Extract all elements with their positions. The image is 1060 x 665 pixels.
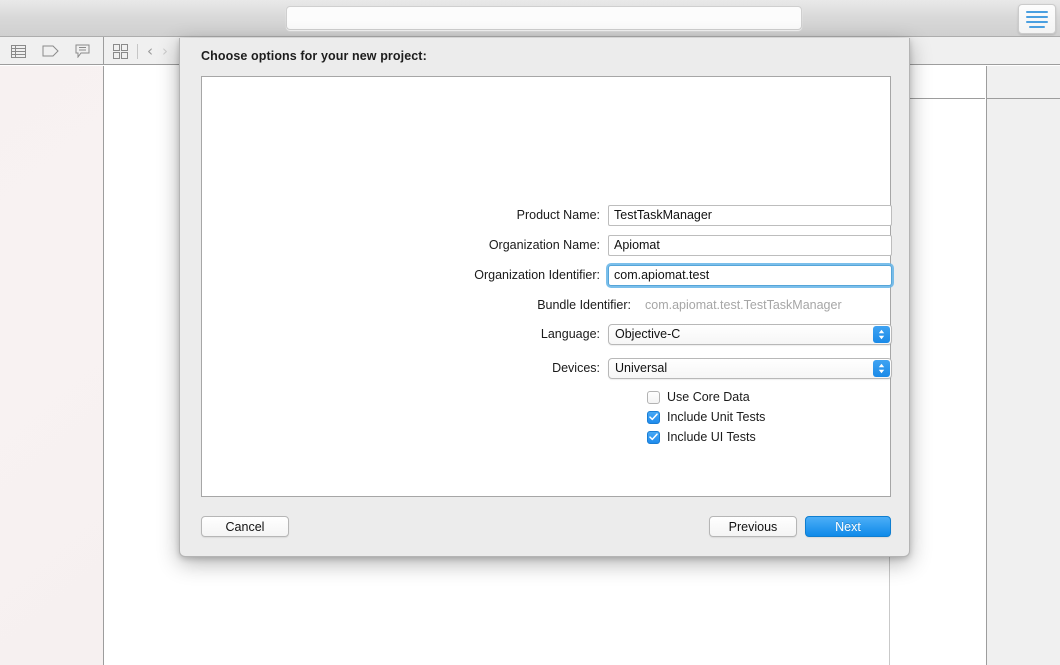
bundle-identifier-label: Bundle Identifier: (537, 298, 631, 312)
field-row-devices: Devices: Universal (202, 357, 892, 379)
product-name-label: Product Name: (516, 208, 600, 222)
bundle-identifier-control: com.apiomat.test.TestTaskManager (639, 296, 892, 314)
check-icon (649, 413, 658, 421)
product-name-control (608, 204, 892, 226)
checkbox-row-include-ui-tests[interactable]: Include UI Tests (202, 427, 892, 447)
product-name-input[interactable] (608, 204, 892, 226)
include-ui-tests-label: Include UI Tests (667, 430, 756, 444)
previous-button[interactable]: Previous (709, 516, 797, 537)
field-row-organization-name: Organization Name: (202, 234, 892, 256)
check-icon (649, 433, 658, 441)
window-toolbar (0, 0, 1060, 37)
organization-name-label: Organization Name: (488, 238, 600, 252)
next-button[interactable]: Next (805, 516, 891, 537)
devices-control: Universal (608, 357, 892, 379)
devices-selected-value: Universal (615, 361, 668, 375)
editor-options-button[interactable] (1018, 4, 1056, 34)
checkbox-row-include-unit-tests[interactable]: Include Unit Tests (202, 407, 892, 427)
language-label: Language: (540, 327, 600, 341)
field-row-organization-identifier: Organization Identifier: (202, 264, 892, 286)
chevron-updown-icon[interactable] (873, 359, 890, 377)
cancel-button[interactable]: Cancel (201, 516, 289, 537)
line-4 (1029, 25, 1045, 28)
devices-label: Devices: (552, 361, 600, 375)
organization-name-input[interactable] (608, 234, 892, 256)
comment-icon[interactable] (75, 44, 90, 59)
language-control: Objective-C (608, 323, 892, 345)
navigator-icon-group (0, 37, 104, 65)
sheet-content-area: Product Name: Organization Name: Organiz… (201, 76, 892, 497)
field-row-language: Language: Objective-C (202, 323, 892, 345)
language-popup-button[interactable]: Objective-C (608, 323, 892, 345)
forward-chevron-icon[interactable]: › (162, 43, 168, 59)
organization-identifier-control (608, 264, 892, 286)
bundle-identifier-value: com.apiomat.test.TestTaskManager (645, 298, 842, 312)
back-chevron-icon[interactable]: ‹ (147, 43, 153, 59)
tag-icon[interactable] (42, 45, 59, 57)
organization-identifier-label: Organization Identifier: (474, 268, 600, 282)
toolbar-divider (137, 43, 138, 59)
include-unit-tests-label: Include Unit Tests (667, 410, 766, 424)
field-row-bundle-identifier: Bundle Identifier: com.apiomat.test.Test… (202, 294, 892, 316)
include-unit-tests-checkbox[interactable] (647, 410, 660, 424)
devices-popup-button[interactable]: Universal (608, 357, 892, 379)
line-1 (1026, 10, 1048, 13)
use-core-data-checkbox[interactable] (647, 390, 660, 404)
utility-pane[interactable] (986, 66, 1060, 665)
sheet-title: Choose options for your new project: (201, 49, 427, 63)
line-2 (1026, 15, 1048, 18)
line-3 (1026, 20, 1048, 23)
use-core-data-label: Use Core Data (667, 390, 750, 404)
organization-name-control (608, 234, 892, 256)
chevron-updown-icon[interactable] (873, 325, 890, 343)
sheet-footer: Cancel Previous Next (180, 500, 911, 556)
jump-bar-input[interactable] (286, 6, 802, 30)
list-view-icon[interactable] (11, 44, 26, 58)
grid-view-icon[interactable] (113, 43, 128, 59)
checkbox-row-use-core-data[interactable]: Use Core Data (202, 387, 892, 407)
language-selected-value: Objective-C (615, 327, 681, 341)
utility-divider (987, 98, 1060, 99)
new-project-options-sheet: Choose options for your new project: Pro… (179, 38, 910, 557)
project-navigator-pane[interactable] (0, 66, 104, 665)
include-ui-tests-checkbox[interactable] (647, 430, 660, 444)
editor-nav-group: ‹ › (105, 37, 185, 65)
organization-identifier-input[interactable] (608, 264, 892, 286)
field-row-product-name: Product Name: (202, 204, 892, 226)
